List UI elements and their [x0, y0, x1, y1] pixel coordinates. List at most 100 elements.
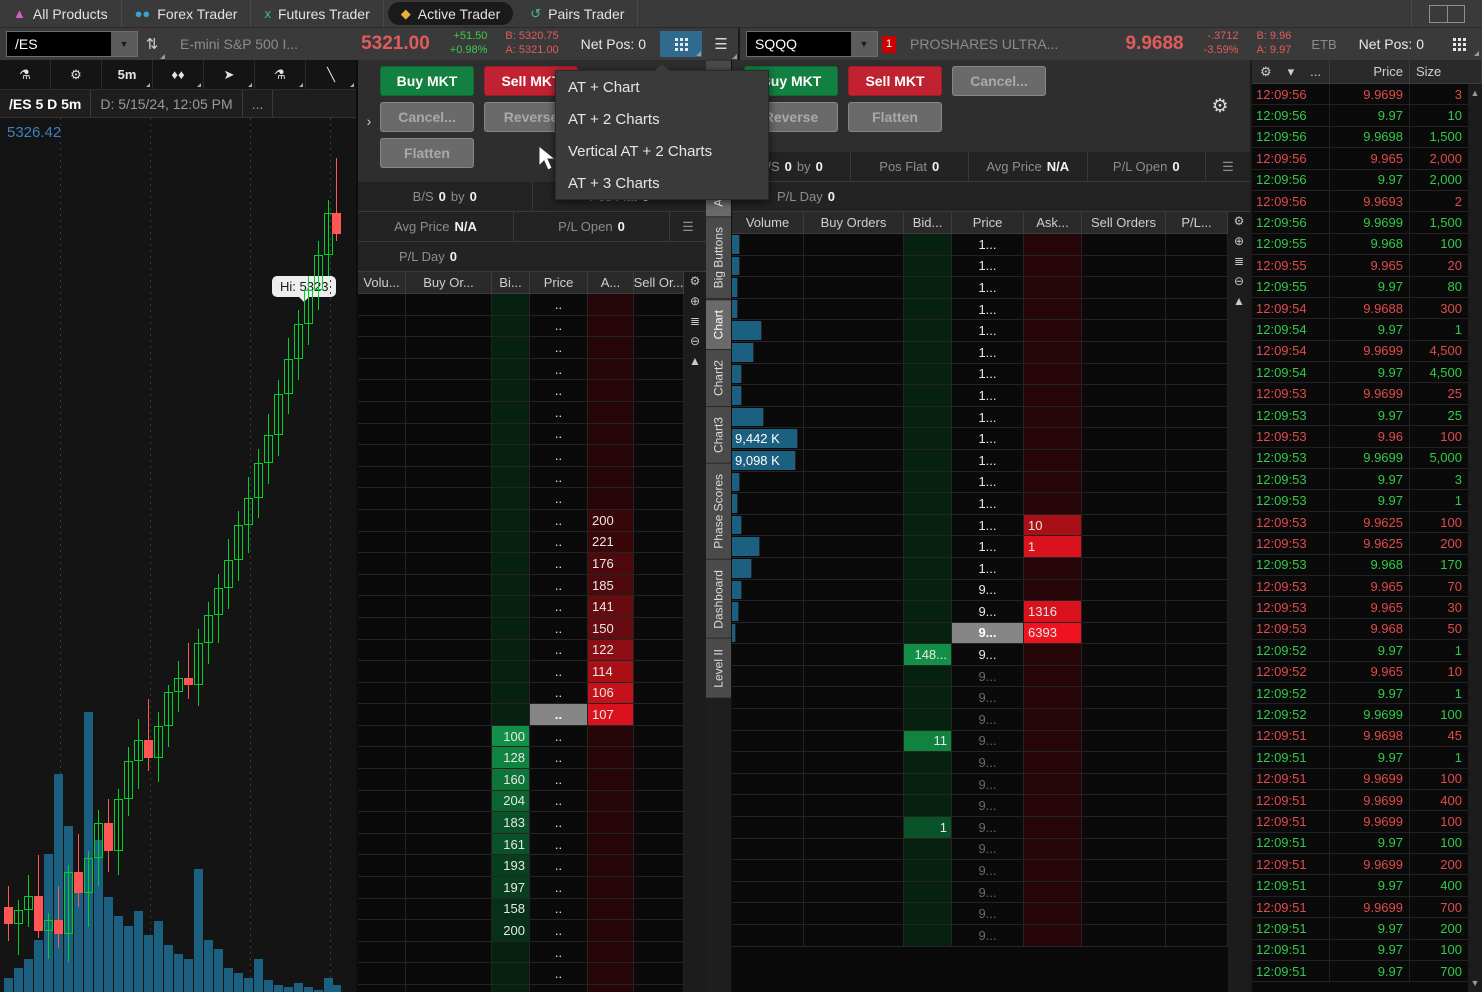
- cell-buy[interactable]: [406, 898, 492, 920]
- cell-buy[interactable]: [804, 730, 904, 752]
- cell-sell[interactable]: [1082, 601, 1166, 622]
- ts-header-price[interactable]: Price: [1330, 60, 1410, 83]
- cell-bid[interactable]: 161: [492, 833, 530, 855]
- cell-sell[interactable]: [634, 941, 684, 963]
- ladder-row[interactable]: .. 114: [358, 661, 684, 683]
- cell-vol[interactable]: [358, 401, 406, 423]
- cell-bid[interactable]: [904, 665, 952, 687]
- cell-pl[interactable]: [1166, 449, 1228, 471]
- cell-bid[interactable]: [904, 752, 952, 773]
- ladder-row[interactable]: ..: [358, 963, 684, 985]
- cell-price[interactable]: 1...: [952, 363, 1024, 385]
- ladder-row[interactable]: 100..: [358, 725, 684, 748]
- cell-ask[interactable]: [1024, 298, 1082, 320]
- cell-bid[interactable]: [492, 531, 530, 553]
- cell-vol[interactable]: [732, 730, 804, 752]
- cell-price[interactable]: 1...: [952, 536, 1024, 557]
- cell-ask[interactable]: [1024, 363, 1082, 385]
- cell-ask[interactable]: [588, 941, 634, 963]
- cell-vol[interactable]: [732, 341, 804, 363]
- cell-sell[interactable]: [634, 531, 684, 553]
- cell-price[interactable]: 9...: [952, 860, 1024, 881]
- cell-price[interactable]: 1...: [952, 406, 1024, 428]
- cell-buy[interactable]: [804, 579, 904, 601]
- right-symbol-input[interactable]: SQQQ ▼: [746, 31, 878, 57]
- ts-row[interactable]: 12:09:51 9.9699 200: [1252, 854, 1468, 876]
- ladder-row[interactable]: .. 122: [358, 639, 684, 662]
- cell-ask[interactable]: [1024, 838, 1082, 860]
- cell-vol[interactable]: [358, 790, 406, 812]
- cell-buy[interactable]: [406, 682, 492, 704]
- cell-pl[interactable]: [1166, 665, 1228, 687]
- cell-buy[interactable]: [406, 488, 492, 509]
- cell-price[interactable]: 9...: [952, 925, 1024, 946]
- cell-buy[interactable]: [804, 622, 904, 644]
- ladder-row[interactable]: 161..: [358, 833, 684, 856]
- cell-price[interactable]: ..: [530, 747, 588, 769]
- cell-sell[interactable]: [634, 380, 684, 401]
- cell-price[interactable]: 1...: [952, 449, 1024, 471]
- ladder-row[interactable]: 1... 10: [732, 514, 1228, 537]
- ladder-row[interactable]: 1...: [732, 298, 1228, 321]
- cell-pl[interactable]: [1166, 255, 1228, 277]
- cell-price[interactable]: ..: [530, 769, 588, 790]
- cell-vol[interactable]: [358, 531, 406, 553]
- ladder-row[interactable]: 9...: [732, 795, 1228, 818]
- cell-ask[interactable]: [1024, 493, 1082, 514]
- cell-ask[interactable]: [1024, 709, 1082, 730]
- right-link-badge[interactable]: 1: [882, 35, 896, 53]
- left-buy-mkt-button[interactable]: Buy MKT: [380, 66, 474, 96]
- cell-price[interactable]: 1...: [952, 471, 1024, 493]
- cell-bid[interactable]: [492, 294, 530, 315]
- cell-price[interactable]: ..: [530, 617, 588, 639]
- cell-ask[interactable]: 106: [588, 682, 634, 704]
- cell-vol[interactable]: [732, 709, 804, 730]
- cell-vol[interactable]: [732, 471, 804, 493]
- cell-price[interactable]: 9...: [952, 752, 1024, 773]
- cell-buy[interactable]: [804, 601, 904, 622]
- ts-row[interactable]: 12:09:51 9.97 100: [1252, 939, 1468, 962]
- cell-bid[interactable]: [904, 298, 952, 320]
- ts-row[interactable]: 12:09:56 9.9699 3: [1252, 84, 1468, 106]
- cell-buy[interactable]: [406, 985, 492, 992]
- ts-row[interactable]: 12:09:51 9.97 100: [1252, 832, 1468, 855]
- cell-bid[interactable]: 128: [492, 747, 530, 769]
- cell-sell[interactable]: [1082, 752, 1166, 773]
- cell-sell[interactable]: [634, 553, 684, 574]
- ts-row[interactable]: 12:09:53 9.97 3: [1252, 469, 1468, 491]
- cell-sell[interactable]: [634, 661, 684, 682]
- cell-sell[interactable]: [634, 877, 684, 898]
- cell-ask[interactable]: [1024, 773, 1082, 795]
- cell-buy[interactable]: [406, 315, 492, 337]
- cell-buy[interactable]: [406, 596, 492, 617]
- cell-buy[interactable]: [406, 920, 492, 941]
- cell-sell[interactable]: [1082, 687, 1166, 709]
- vtab-dashboard[interactable]: Dashboard: [706, 558, 731, 639]
- cell-bid[interactable]: [904, 925, 952, 946]
- cell-vol[interactable]: [732, 298, 804, 320]
- cell-sell[interactable]: [1082, 406, 1166, 428]
- cell-bid[interactable]: 11: [904, 730, 952, 752]
- cell-ask[interactable]: [1024, 752, 1082, 773]
- gear-icon[interactable]: ⚙: [1260, 64, 1272, 80]
- cell-ask[interactable]: [1024, 341, 1082, 363]
- cell-buy[interactable]: [804, 903, 904, 924]
- cell-sell[interactable]: [634, 596, 684, 617]
- cell-vol[interactable]: [358, 769, 406, 790]
- cell-ask[interactable]: [588, 445, 634, 466]
- cell-buy[interactable]: [804, 860, 904, 881]
- ts-row[interactable]: 12:09:53 9.96 100: [1252, 426, 1468, 448]
- ladder-row[interactable]: 1...: [732, 234, 1228, 256]
- ts-row[interactable]: 12:09:56 9.965 2,000: [1252, 148, 1468, 170]
- cell-ask[interactable]: [588, 812, 634, 833]
- cell-bid[interactable]: [904, 579, 952, 601]
- ladder-col-5[interactable]: Sell Or...: [634, 272, 684, 293]
- tab-pairs-trader[interactable]: ↺ Pairs Trader: [517, 0, 639, 27]
- ladder-row[interactable]: 148... 9...: [732, 644, 1228, 666]
- cell-sell[interactable]: [634, 445, 684, 466]
- cell-vol[interactable]: [358, 725, 406, 747]
- cell-pl[interactable]: [1166, 471, 1228, 493]
- cell-buy[interactable]: [804, 795, 904, 817]
- ladder-row[interactable]: 9...: [732, 860, 1228, 882]
- cell-buy[interactable]: [406, 466, 492, 488]
